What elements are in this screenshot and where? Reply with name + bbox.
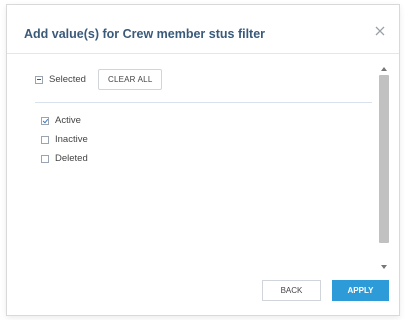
close-icon[interactable] bbox=[371, 22, 389, 40]
scroll-thumb[interactable] bbox=[379, 75, 389, 243]
option-deleted[interactable]: Deleted bbox=[41, 149, 88, 168]
option-checkbox[interactable] bbox=[41, 154, 49, 163]
option-label: Deleted bbox=[55, 153, 88, 164]
scroll-down-icon[interactable] bbox=[381, 265, 387, 269]
scroll-up-icon[interactable] bbox=[381, 67, 387, 71]
selection-toolbar: Selected CLEAR ALL bbox=[35, 69, 163, 90]
option-label: Active bbox=[55, 115, 81, 126]
values-list-panel: Selected CLEAR ALL Active Inactive Delet… bbox=[27, 65, 372, 271]
dialog-title: Add value(s) for Crew member stus filter bbox=[24, 27, 266, 41]
selected-label: Selected bbox=[49, 74, 86, 85]
back-button[interactable]: BACK bbox=[262, 280, 321, 301]
select-all-checkbox[interactable] bbox=[35, 75, 43, 84]
list-scrollbar[interactable] bbox=[379, 65, 389, 271]
options-list: Active Inactive Deleted bbox=[41, 111, 88, 168]
option-active[interactable]: Active bbox=[41, 111, 88, 130]
apply-button[interactable]: APPLY bbox=[332, 280, 389, 301]
option-inactive[interactable]: Inactive bbox=[41, 130, 88, 149]
option-checkbox[interactable] bbox=[41, 135, 49, 144]
clear-all-button[interactable]: CLEAR ALL bbox=[97, 69, 163, 90]
option-checkbox[interactable] bbox=[41, 116, 49, 125]
option-label: Inactive bbox=[55, 134, 88, 145]
dialog-footer: BACK APPLY bbox=[262, 280, 389, 301]
list-divider bbox=[35, 102, 372, 103]
header-divider bbox=[7, 53, 399, 54]
filter-dialog: Add value(s) for Crew member stus filter… bbox=[6, 4, 400, 316]
